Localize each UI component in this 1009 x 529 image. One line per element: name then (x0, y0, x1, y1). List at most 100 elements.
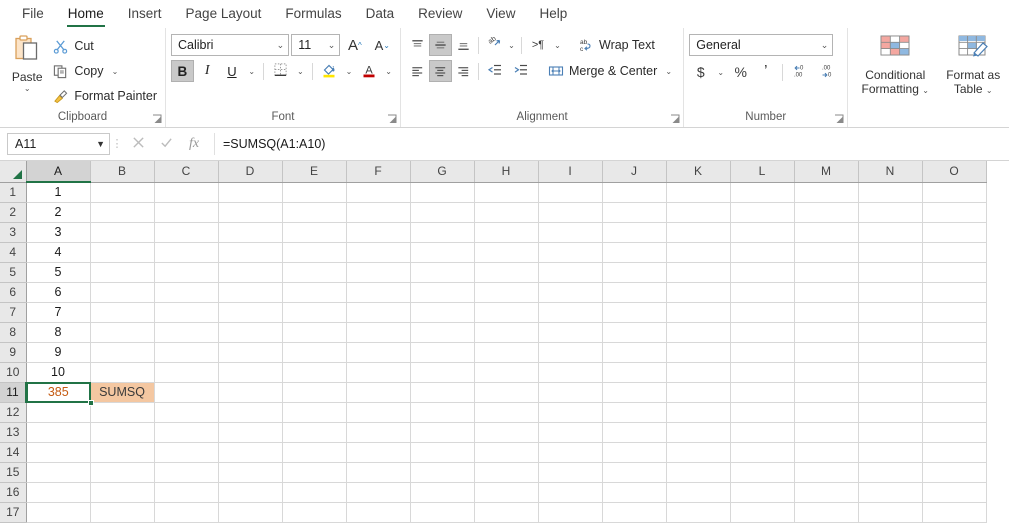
cell-A5[interactable]: 5 (26, 262, 90, 282)
cell-D14[interactable] (218, 442, 282, 462)
cell-L9[interactable] (730, 342, 794, 362)
cell-M6[interactable] (794, 282, 858, 302)
row-header-8[interactable]: 8 (0, 322, 26, 342)
cell-C10[interactable] (154, 362, 218, 382)
cell-F15[interactable] (346, 462, 410, 482)
cell-C5[interactable] (154, 262, 218, 282)
cell-M16[interactable] (794, 482, 858, 502)
cell-K8[interactable] (666, 322, 730, 342)
column-header-M[interactable]: M (794, 161, 858, 182)
cell-K17[interactable] (666, 502, 730, 522)
cell-D17[interactable] (218, 502, 282, 522)
ribbon-tab-file[interactable]: File (10, 3, 56, 28)
cell-H7[interactable] (474, 302, 538, 322)
ribbon-tab-formulas[interactable]: Formulas (273, 3, 353, 28)
cell-D7[interactable] (218, 302, 282, 322)
cell-A11[interactable]: 385 (26, 382, 90, 402)
cell-I1[interactable] (538, 182, 602, 202)
cell-L1[interactable] (730, 182, 794, 202)
cell-C13[interactable] (154, 422, 218, 442)
cell-N7[interactable] (858, 302, 922, 322)
column-header-L[interactable]: L (730, 161, 794, 182)
font-color-dropdown-arrow[interactable]: ⌄ (382, 60, 395, 82)
cell-C7[interactable] (154, 302, 218, 322)
row-header-13[interactable]: 13 (0, 422, 26, 442)
cell-K9[interactable] (666, 342, 730, 362)
cell-J11[interactable] (602, 382, 666, 402)
ribbon-tab-insert[interactable]: Insert (116, 3, 174, 28)
row-header-16[interactable]: 16 (0, 482, 26, 502)
cell-A3[interactable]: 3 (26, 222, 90, 242)
cell-B8[interactable] (90, 322, 154, 342)
cell-B13[interactable] (90, 422, 154, 442)
cell-D10[interactable] (218, 362, 282, 382)
cell-D1[interactable] (218, 182, 282, 202)
cell-J6[interactable] (602, 282, 666, 302)
cell-L5[interactable] (730, 262, 794, 282)
insert-function-button[interactable]: fx (180, 133, 208, 155)
cell-E6[interactable] (282, 282, 346, 302)
cell-G12[interactable] (410, 402, 474, 422)
row-header-17[interactable]: 17 (0, 502, 26, 522)
row-header-5[interactable]: 5 (0, 262, 26, 282)
cell-G15[interactable] (410, 462, 474, 482)
cell-J10[interactable] (602, 362, 666, 382)
underline-button[interactable]: U (221, 60, 244, 82)
cell-N14[interactable] (858, 442, 922, 462)
cell-C8[interactable] (154, 322, 218, 342)
cell-F8[interactable] (346, 322, 410, 342)
cell-I10[interactable] (538, 362, 602, 382)
increase-decimal-button[interactable]: 0 .00 (788, 61, 814, 83)
chevron-down-icon[interactable]: ⌄ (24, 85, 31, 92)
cell-D4[interactable] (218, 242, 282, 262)
cell-F14[interactable] (346, 442, 410, 462)
cell-B6[interactable] (90, 282, 154, 302)
cell-O12[interactable] (922, 402, 986, 422)
cell-L7[interactable] (730, 302, 794, 322)
cell-J3[interactable] (602, 222, 666, 242)
cell-E11[interactable] (282, 382, 346, 402)
cell-H4[interactable] (474, 242, 538, 262)
cell-D11[interactable] (218, 382, 282, 402)
ribbon-tab-data[interactable]: Data (354, 3, 407, 28)
cell-F2[interactable] (346, 202, 410, 222)
cell-O15[interactable] (922, 462, 986, 482)
cell-C16[interactable] (154, 482, 218, 502)
cell-E2[interactable] (282, 202, 346, 222)
column-header-D[interactable]: D (218, 161, 282, 182)
row-header-10[interactable]: 10 (0, 362, 26, 382)
cell-K16[interactable] (666, 482, 730, 502)
underline-dropdown-arrow[interactable]: ⌄ (245, 60, 258, 82)
row-header-6[interactable]: 6 (0, 282, 26, 302)
cell-E13[interactable] (282, 422, 346, 442)
cell-O1[interactable] (922, 182, 986, 202)
cell-L4[interactable] (730, 242, 794, 262)
column-header-I[interactable]: I (538, 161, 602, 182)
copy-dropdown-arrow[interactable]: ⌄ (109, 60, 122, 82)
cell-M9[interactable] (794, 342, 858, 362)
cell-F13[interactable] (346, 422, 410, 442)
cell-A1[interactable]: 1 (26, 182, 90, 202)
cell-B3[interactable] (90, 222, 154, 242)
cell-M4[interactable] (794, 242, 858, 262)
cell-A8[interactable]: 8 (26, 322, 90, 342)
text-direction-dropdown-arrow[interactable]: ⌄ (551, 34, 564, 56)
cell-L14[interactable] (730, 442, 794, 462)
cell-N2[interactable] (858, 202, 922, 222)
cell-L11[interactable] (730, 382, 794, 402)
cell-N1[interactable] (858, 182, 922, 202)
merge-center-button[interactable]: Merge & Center ⌄ (544, 60, 678, 82)
cell-I6[interactable] (538, 282, 602, 302)
cell-D2[interactable] (218, 202, 282, 222)
cell-O7[interactable] (922, 302, 986, 322)
font-color-button[interactable]: A (357, 60, 380, 82)
cell-K10[interactable] (666, 362, 730, 382)
cell-A17[interactable] (26, 502, 90, 522)
cell-B15[interactable] (90, 462, 154, 482)
column-header-K[interactable]: K (666, 161, 730, 182)
cell-N11[interactable] (858, 382, 922, 402)
cell-O14[interactable] (922, 442, 986, 462)
column-header-A[interactable]: A (26, 161, 90, 182)
cell-I14[interactable] (538, 442, 602, 462)
cell-M3[interactable] (794, 222, 858, 242)
